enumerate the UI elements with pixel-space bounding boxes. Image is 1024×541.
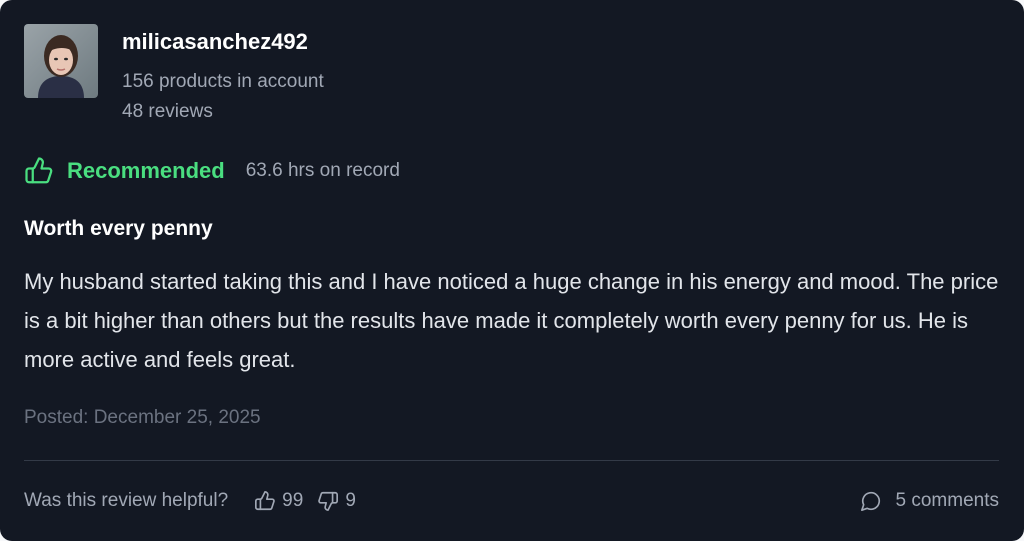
downvote-button[interactable]: 9	[317, 490, 356, 512]
review-card: milicasanchez492 156 products in account…	[0, 0, 1024, 541]
hours-on-record: 63.6 hrs on record	[245, 160, 400, 181]
comment-icon	[860, 490, 896, 512]
divider	[24, 460, 999, 461]
upvote-button[interactable]: 99	[254, 490, 303, 512]
reviews-count: 48 reviews	[122, 101, 213, 122]
review-body: My husband started taking this and I hav…	[24, 269, 999, 372]
products-count: 156 products in account	[122, 71, 324, 92]
comments-link[interactable]: 5 comments	[860, 490, 999, 512]
recommendation-row: Recommended 63.6 hrs on record	[24, 154, 400, 188]
helpful-question: Was this review helpful?	[24, 490, 229, 511]
avatar[interactable]	[24, 24, 98, 98]
posted-date: Posted: December 25, 2025	[24, 407, 261, 428]
review-footer: Was this review helpful? 99 9 5 comments	[24, 484, 999, 518]
review-title: Worth every penny	[24, 217, 213, 240]
avatar-image	[24, 24, 98, 98]
thumbs-up-icon	[24, 156, 54, 186]
username[interactable]: milicasanchez492	[122, 29, 308, 55]
recommended-label: Recommended	[67, 158, 225, 183]
comments-count: 5 comments	[895, 490, 999, 511]
downvote-count: 9	[345, 490, 356, 511]
thumbs-up-icon	[254, 490, 282, 512]
upvote-count: 99	[282, 490, 304, 511]
thumbs-down-icon	[317, 490, 345, 512]
